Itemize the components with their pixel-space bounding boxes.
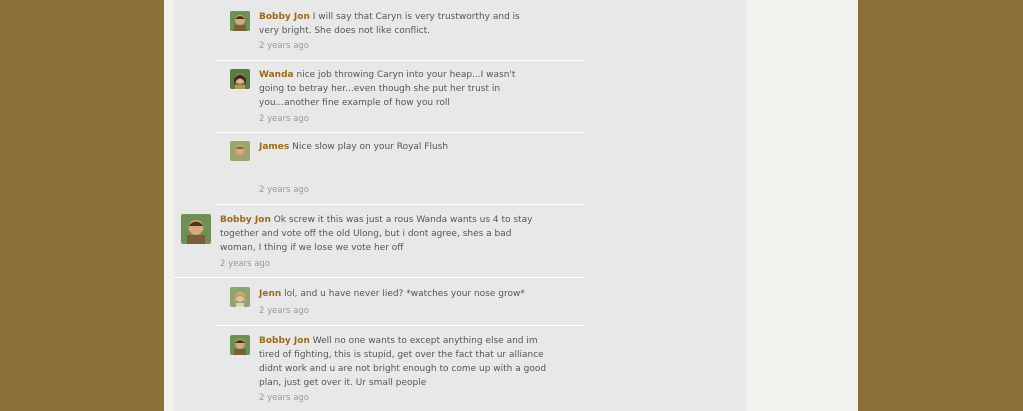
comment-body: Jenn lol, and u have never lied? *watche…: [259, 287, 539, 301]
comment-body: James Nice slow play on your Royal Flush: [259, 140, 539, 154]
page-column: Bobby Jon I will say that Caryn is very …: [164, 0, 858, 411]
comment-timestamp: 2 years ago: [259, 185, 310, 195]
wanda-avatar[interactable]: [230, 69, 250, 89]
bobby-jon-avatar[interactable]: [230, 335, 250, 355]
bobby-jon-avatar[interactable]: [230, 11, 250, 31]
comment-item: Bobby Jon Ok screw it this was just a ro…: [174, 205, 584, 278]
comment-timestamp: 2 years ago: [259, 306, 310, 316]
comment-author[interactable]: Wanda: [259, 70, 294, 80]
comment-body: Bobby Jon I will say that Caryn is very …: [259, 10, 537, 38]
comment-body: Bobby Jon Ok screw it this was just a ro…: [220, 213, 534, 255]
comment-item: James Nice slow play on your Royal Flush…: [216, 132, 584, 205]
comment-text: nice job throwing Caryn into your heap..…: [259, 70, 516, 108]
comment-author[interactable]: Bobby Jon: [259, 12, 310, 22]
comment-timestamp: 2 years ago: [220, 259, 271, 269]
comments-panel: Bobby Jon I will say that Caryn is very …: [174, 0, 746, 411]
comment-item: Bobby Jon Well no one wants to except an…: [216, 326, 584, 411]
comment-text: Nice slow play on your Royal Flush: [292, 142, 449, 152]
comment-item: Jenn lol, and u have never lied? *watche…: [216, 278, 584, 326]
bobby-jon-avatar[interactable]: [181, 214, 211, 244]
jenn-avatar[interactable]: [230, 287, 250, 307]
james-avatar[interactable]: [230, 141, 250, 161]
comment-text: lol, and u have never lied? *watches you…: [284, 289, 525, 299]
comment-body: Bobby Jon Well no one wants to except an…: [259, 334, 549, 390]
comment-timestamp: 2 years ago: [259, 114, 310, 124]
comment-timestamp: 2 years ago: [259, 41, 310, 51]
comment-body: Wanda nice job throwing Caryn into your …: [259, 68, 539, 110]
comment-author[interactable]: Bobby Jon: [220, 215, 271, 225]
comment-author[interactable]: Jenn: [259, 289, 281, 299]
comment-item: Wanda nice job throwing Caryn into your …: [216, 60, 584, 133]
comment-item: Bobby Jon I will say that Caryn is very …: [216, 0, 584, 61]
comment-timestamp: 2 years ago: [259, 393, 310, 403]
comment-author[interactable]: Bobby Jon: [259, 336, 310, 346]
comment-author[interactable]: James: [259, 142, 289, 152]
